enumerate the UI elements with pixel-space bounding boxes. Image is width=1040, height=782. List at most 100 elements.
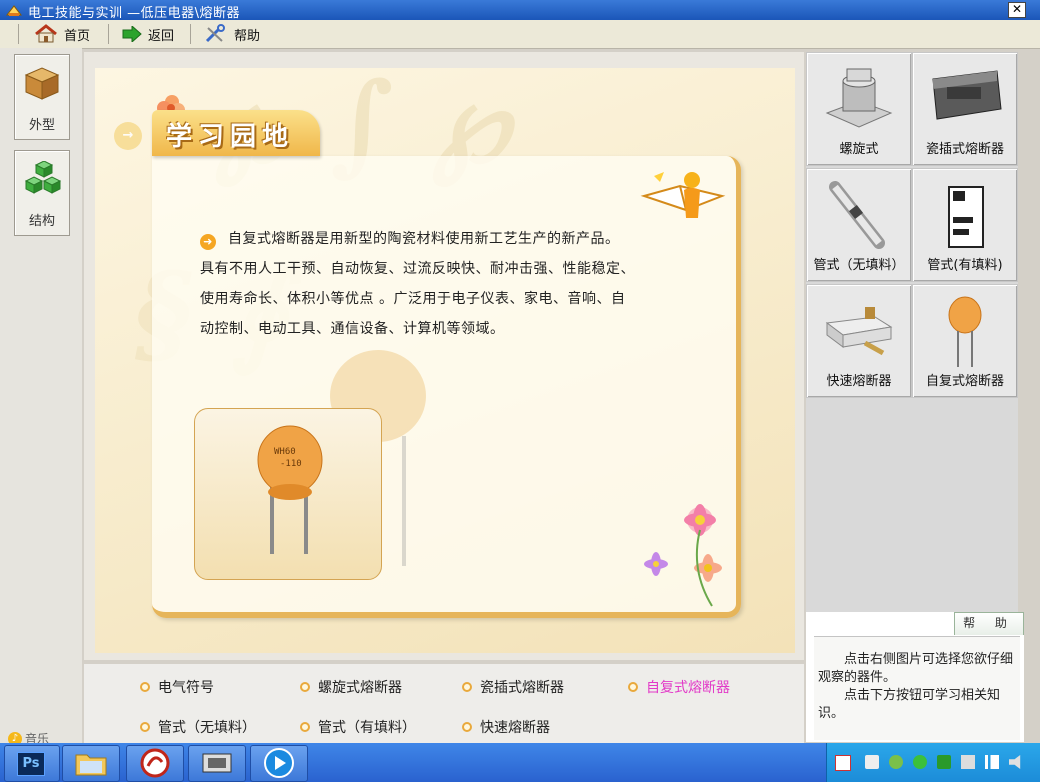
cubes-icon bbox=[24, 161, 62, 194]
sidebar-item-structure[interactable]: 结构 bbox=[14, 150, 70, 236]
thumb-label: 管式（无填料） bbox=[813, 258, 905, 273]
reading-figure-icon bbox=[640, 172, 726, 218]
toolbar-separator bbox=[18, 24, 19, 44]
title-bar: 电工技能与实训 —低压电器\熔断器 ✕ bbox=[0, 0, 1040, 21]
toolbar-separator bbox=[190, 24, 191, 44]
radio-dot-icon bbox=[462, 722, 472, 732]
volume-tray-icon[interactable] bbox=[1009, 755, 1021, 769]
help-line: 点击右侧图片可选择您欲仔细观察的器件。 bbox=[818, 652, 1014, 685]
nav-label: 电气符号 bbox=[158, 680, 214, 696]
app-icon bbox=[6, 5, 22, 16]
house-icon bbox=[35, 24, 57, 43]
thumb-label: 快速熔断器 bbox=[826, 374, 892, 389]
taskbar-explorer[interactable] bbox=[62, 745, 120, 782]
nav-label: 管式（无填料） bbox=[158, 720, 256, 736]
thumb-tube-fuse-filled[interactable]: 管式(有填料) bbox=[912, 168, 1018, 282]
window-title: 电工技能与实训 —低压电器\熔断器 bbox=[28, 6, 241, 21]
help-button[interactable]: 帮助 bbox=[204, 23, 260, 45]
app-logo-icon bbox=[140, 748, 170, 778]
nav-label: 快速熔断器 bbox=[480, 720, 550, 736]
home-button[interactable]: 首页 bbox=[34, 23, 90, 45]
arrow-bullet-icon: → bbox=[114, 122, 142, 150]
nav-label: 螺旋式熔断器 bbox=[318, 680, 402, 696]
thumb-tube-fuse-unfilled[interactable]: 管式（无填料） bbox=[806, 168, 912, 282]
decorative-flowers-icon bbox=[644, 504, 722, 607]
radio-dot-icon bbox=[140, 682, 150, 692]
thumb-label: 螺旋式 bbox=[839, 142, 879, 157]
component-marking: WH60 bbox=[274, 447, 296, 457]
nav-screw-fuse[interactable]: 螺旋式熔断器 bbox=[300, 677, 402, 697]
radio-dot-icon bbox=[140, 722, 150, 732]
folder-icon bbox=[75, 754, 107, 776]
home-label: 首页 bbox=[64, 28, 91, 44]
device-tray-icon[interactable] bbox=[961, 755, 975, 769]
help-tab[interactable]: 帮 助 bbox=[954, 612, 1024, 635]
section-heading: 学习园地 bbox=[166, 122, 295, 152]
nav-tube-fuse-filled[interactable]: 管式（有填料） bbox=[300, 717, 416, 737]
radio-dot-icon bbox=[300, 682, 310, 692]
signal-tray-icon[interactable] bbox=[985, 755, 999, 769]
description-line: ➜ 自复式熔断器是用新型的陶瓷材料使用新工艺生产的新产品。 bbox=[200, 224, 680, 254]
security-tray-icon[interactable] bbox=[889, 755, 903, 769]
toolbar-separator bbox=[108, 24, 109, 44]
network-tray-icon[interactable] bbox=[865, 755, 879, 769]
thumb-porcelain-plug-fuse[interactable]: 瓷插式熔断器 bbox=[912, 52, 1018, 166]
thumb-label: 自复式熔断器 bbox=[925, 374, 1004, 389]
radio-dot-icon bbox=[300, 722, 310, 732]
thumb-label: 管式(有填料) bbox=[927, 258, 1003, 273]
nav-porcelain-plug-fuse[interactable]: 瓷插式熔断器 bbox=[462, 677, 564, 697]
tools-help-icon bbox=[205, 24, 225, 43]
film-icon bbox=[202, 753, 232, 773]
box-icon bbox=[24, 67, 60, 100]
description-text: ➜ 自复式熔断器是用新型的陶瓷材料使用新工艺生产的新产品。 具有不用人工干预、自动… bbox=[200, 224, 680, 344]
thumb-screw-fuse[interactable]: 螺旋式 bbox=[806, 52, 912, 166]
nav-label: 瓷插式熔断器 bbox=[480, 680, 564, 696]
help-line: 点击下方按钮可学习相关知识。 bbox=[818, 688, 1001, 721]
add-tray-icon[interactable] bbox=[913, 755, 927, 769]
nav-electrical-symbol[interactable]: 电气符号 bbox=[140, 677, 214, 697]
fuse-selector-panel: 螺旋式 瓷插式熔断器 管式（无填料） 管式(有填料) 快速熔断器 自复式熔断器 bbox=[806, 52, 1018, 612]
left-sidebar: 外型 结构 bbox=[0, 48, 82, 743]
sidebar-item-appearance[interactable]: 外型 bbox=[14, 54, 70, 140]
fast-fuse-icon bbox=[825, 307, 893, 356]
tube-fuse-unfilled-icon bbox=[829, 181, 885, 249]
radio-dot-icon bbox=[628, 682, 638, 692]
arrow-bullet-icon: ➜ bbox=[200, 234, 216, 250]
back-label: 返回 bbox=[148, 28, 175, 44]
sidebar-item-label: 结构 bbox=[28, 214, 55, 229]
description-line: 具有不用人工干预、自动恢复、过流反映快、耐冲击强、性能稳定、 bbox=[200, 261, 635, 277]
taskbar-player[interactable] bbox=[250, 745, 308, 782]
image-tray-icon[interactable] bbox=[835, 755, 851, 771]
close-button[interactable]: ✕ bbox=[1008, 2, 1026, 18]
description-line: 使用寿命长、体积小等优点 。广泛用于电子仪表、家电、音响、自 bbox=[200, 291, 626, 307]
taskbar-media[interactable] bbox=[188, 745, 246, 782]
thumb-label: 瓷插式熔断器 bbox=[925, 142, 1004, 157]
thumb-fast-fuse[interactable]: 快速熔断器 bbox=[806, 284, 912, 398]
help-text: 点击右侧图片可选择您欲仔细观察的器件。 点击下方按钮可学习相关知识。 bbox=[814, 636, 1020, 740]
tube-fuse-filled-icon bbox=[948, 186, 984, 248]
screw-fuse-icon bbox=[825, 68, 893, 128]
photoshop-icon: Ps bbox=[17, 752, 45, 776]
back-button[interactable]: 返回 bbox=[122, 23, 174, 45]
system-tray bbox=[826, 743, 1040, 782]
thumb-self-reset-fuse[interactable]: 自复式熔断器 bbox=[912, 284, 1018, 398]
play-icon bbox=[264, 748, 294, 778]
nav-tube-fuse-unfilled[interactable]: 管式（无填料） bbox=[140, 717, 256, 737]
nav-label: 自复式熔断器 bbox=[646, 680, 730, 696]
taskbar-app[interactable] bbox=[126, 745, 184, 782]
heading-tab: 学习园地 bbox=[152, 110, 320, 156]
ptc-thermistor-image: WH60 -110 bbox=[257, 425, 323, 554]
nav-self-reset-fuse[interactable]: 自复式熔断器 bbox=[628, 677, 730, 697]
radio-dot-icon bbox=[462, 682, 472, 692]
nav-label: 管式（有填料） bbox=[318, 720, 416, 736]
arrow-right-icon bbox=[122, 26, 142, 42]
description-line: 动控制、电动工具、通信设备、计算机等领域。 bbox=[200, 321, 505, 337]
component-marking: -110 bbox=[280, 459, 302, 469]
nav-fast-fuse[interactable]: 快速熔断器 bbox=[462, 717, 550, 737]
taskbar-photoshop[interactable]: Ps bbox=[4, 745, 60, 782]
toolbar: 首页 返回 帮助 bbox=[0, 20, 1040, 49]
shield-tray-icon[interactable] bbox=[937, 755, 951, 769]
sidebar-item-label: 外型 bbox=[28, 118, 55, 133]
porcelain-plug-fuse-icon bbox=[932, 70, 1002, 120]
self-reset-fuse-icon bbox=[948, 296, 982, 367]
